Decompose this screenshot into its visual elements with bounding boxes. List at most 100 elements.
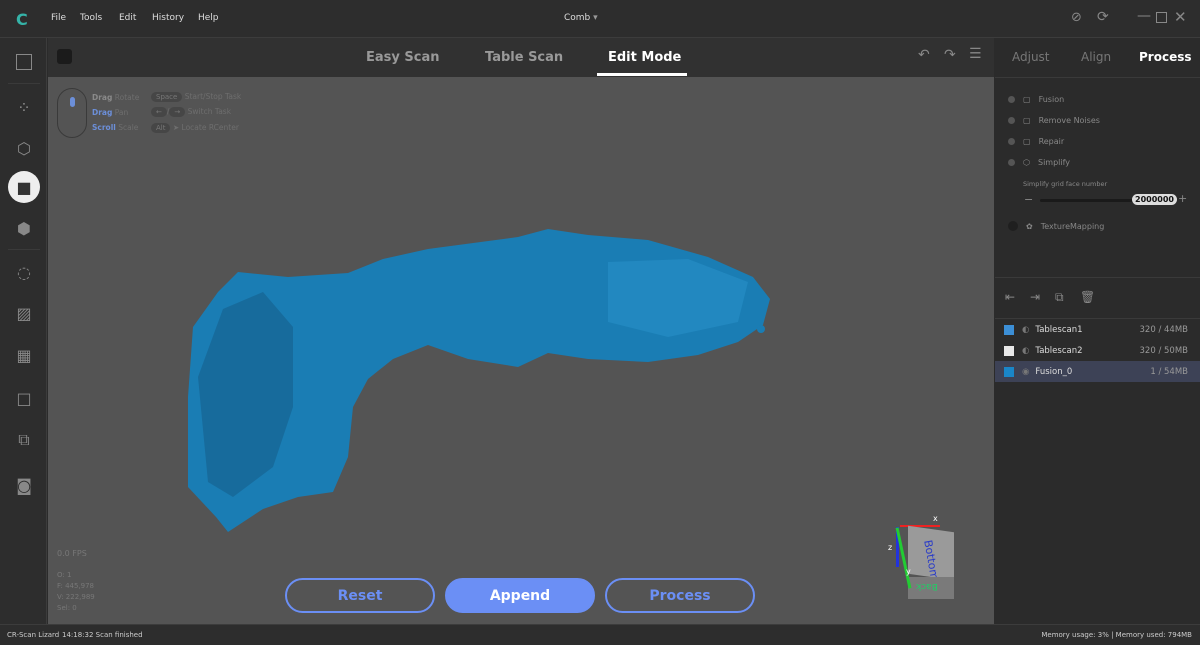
y-axis-label: y xyxy=(906,567,911,576)
select-frame-icon[interactable] xyxy=(11,49,37,75)
3d-viewport[interactable]: Drag Rotate Drag Pan Scroll Scale Space … xyxy=(48,77,994,624)
tab-table-scan[interactable]: Table Scan xyxy=(485,50,563,65)
process-button[interactable]: Process xyxy=(605,578,755,613)
face-count: F: 445,978 xyxy=(57,582,95,590)
active-tab-indicator xyxy=(597,73,687,76)
layer-name: Tablescan1 xyxy=(1035,324,1083,335)
radio[interactable] xyxy=(1008,96,1015,103)
redo-icon[interactable]: ↷ xyxy=(944,47,956,63)
reset-button[interactable]: Reset xyxy=(285,578,435,613)
project-name: Comb xyxy=(564,13,591,23)
close-icon[interactable]: ✕ xyxy=(1174,8,1187,26)
memory-usage: Memory usage: 3% | Memory used: 794MB xyxy=(1041,631,1192,639)
process-simplify[interactable]: ⬡ Simplify xyxy=(1008,158,1070,167)
menu-tools[interactable]: Tools xyxy=(80,13,102,23)
lasso-select-icon[interactable]: ◌ xyxy=(11,259,37,285)
process-label: Remove Noises xyxy=(1038,116,1100,125)
layer-color[interactable] xyxy=(1004,345,1014,356)
minimize-icon[interactable]: — xyxy=(1137,8,1151,24)
radio[interactable] xyxy=(1008,117,1015,124)
noise-icon: ▢ xyxy=(1023,116,1031,125)
process-repair[interactable]: ▢ Repair xyxy=(1008,137,1064,146)
tab-edit-mode[interactable]: Edit Mode xyxy=(608,50,681,65)
menu-file[interactable]: File xyxy=(51,13,66,23)
radio[interactable] xyxy=(1008,159,1015,166)
simplify-slider[interactable] xyxy=(1040,199,1140,202)
skin-icon[interactable]: ⊘ xyxy=(1071,10,1082,25)
process-texture-mapping[interactable]: ✿ TextureMapping xyxy=(1008,221,1104,231)
process-fusion[interactable]: ▢ Fusion xyxy=(1008,95,1064,104)
process-label: TextureMapping xyxy=(1040,221,1105,231)
radio[interactable] xyxy=(1008,138,1015,145)
cube-label-back: Back xyxy=(916,581,938,591)
project-title[interactable]: Comb ▾ xyxy=(564,13,598,23)
tab-process[interactable]: Process xyxy=(1139,50,1192,64)
process-label: Repair xyxy=(1038,137,1065,146)
x-axis-label: x xyxy=(933,514,938,523)
object-count: O: 1 xyxy=(57,571,72,579)
selection-count: Sel: 0 xyxy=(57,604,77,612)
simplify-icon: ⬡ xyxy=(1023,158,1030,167)
visibility-icon[interactable]: ◉ xyxy=(1022,367,1029,377)
radio[interactable] xyxy=(1008,221,1018,231)
undo-icon[interactable]: ↶ xyxy=(918,47,930,63)
tab-align[interactable]: Align xyxy=(1081,50,1111,64)
layer-size: 320 / 44MB xyxy=(1139,324,1188,335)
divider xyxy=(995,277,1200,278)
chevron-down-icon: ▾ xyxy=(593,13,598,23)
layer-name: Fusion_0 xyxy=(1035,366,1073,377)
append-button[interactable]: Append xyxy=(445,578,595,613)
add-layer-icon[interactable]: ⧉ xyxy=(11,427,37,453)
increase-button[interactable]: + xyxy=(1178,192,1187,205)
layer-row-selected[interactable]: ◉ Fusion_0 1 / 54MB xyxy=(995,361,1200,382)
screenshot-icon[interactable]: ◙ xyxy=(11,472,37,498)
mesh-cube-icon[interactable]: ⬡ xyxy=(11,135,37,161)
left-toolbar: ⁘ ⬡ ■ ⬢ ◌ ▨ ▦ □ ⧉ ◙ xyxy=(0,38,47,624)
menu-edit[interactable]: Edit xyxy=(119,13,136,23)
texture-icon: ✿ xyxy=(1026,221,1033,231)
import-icon[interactable]: ⇤ xyxy=(1005,290,1015,304)
simplify-value[interactable]: 2000000 xyxy=(1132,194,1177,205)
brush-select-icon[interactable]: ▨ xyxy=(11,300,37,326)
textured-cube-icon[interactable]: ⬢ xyxy=(11,215,37,241)
repair-icon: ▢ xyxy=(1023,137,1031,146)
title-bar: C File Tools Edit History Help Comb ▾ ⊘ … xyxy=(0,0,1200,38)
duplicate-icon[interactable]: ⧉ xyxy=(1055,290,1064,305)
link-icon[interactable] xyxy=(57,49,72,64)
menu-help[interactable]: Help xyxy=(198,13,219,23)
layer-row[interactable]: ◐ Tablescan1 320 / 44MB xyxy=(995,319,1200,340)
delete-icon[interactable]: 🗑 xyxy=(1080,290,1095,304)
export-icon[interactable]: ⇥ xyxy=(1030,290,1040,304)
layer-color[interactable] xyxy=(1004,366,1014,377)
process-label: Fusion xyxy=(1038,95,1065,104)
layer-row[interactable]: ◐ Tablescan2 320 / 50MB xyxy=(995,340,1200,361)
vertex-count: V: 222,989 xyxy=(57,593,95,601)
solid-cube-icon[interactable]: ■ xyxy=(8,171,40,203)
decrease-button[interactable]: − xyxy=(1024,193,1033,206)
view-cube[interactable]: x Bottom Back z y xyxy=(886,514,956,602)
menu-icon[interactable]: ☰ xyxy=(969,46,982,62)
simplify-label: Simplify grid face number xyxy=(1023,180,1108,188)
checker-icon[interactable]: ▦ xyxy=(11,342,37,368)
tab-adjust[interactable]: Adjust xyxy=(1012,50,1050,64)
divider xyxy=(8,83,40,84)
maximize-icon[interactable] xyxy=(1156,12,1167,23)
menu-history[interactable]: History xyxy=(152,13,184,23)
app-logo: C xyxy=(16,10,28,29)
visibility-icon[interactable]: ◐ xyxy=(1022,346,1029,356)
status-app: CR-Scan Lizard xyxy=(7,631,60,639)
z-axis-label: z xyxy=(888,543,893,552)
point-cloud-icon[interactable]: ⁘ xyxy=(11,94,37,120)
layer-size: 1 / 54MB xyxy=(1150,366,1188,377)
rect-select-icon[interactable]: □ xyxy=(11,385,37,411)
layer-color[interactable] xyxy=(1004,324,1014,335)
refresh-icon[interactable]: ⟳ xyxy=(1097,9,1109,25)
visibility-icon[interactable]: ◐ xyxy=(1022,325,1029,335)
scan-model[interactable] xyxy=(48,77,994,624)
layer-size: 320 / 50MB xyxy=(1139,345,1188,356)
process-remove-noises[interactable]: ▢ Remove Noises xyxy=(1008,116,1100,125)
tab-easy-scan[interactable]: Easy Scan xyxy=(366,50,440,65)
divider xyxy=(995,77,1200,78)
process-label: Simplify xyxy=(1037,158,1071,167)
status-message: 14:18:32 Scan finished xyxy=(62,631,143,639)
